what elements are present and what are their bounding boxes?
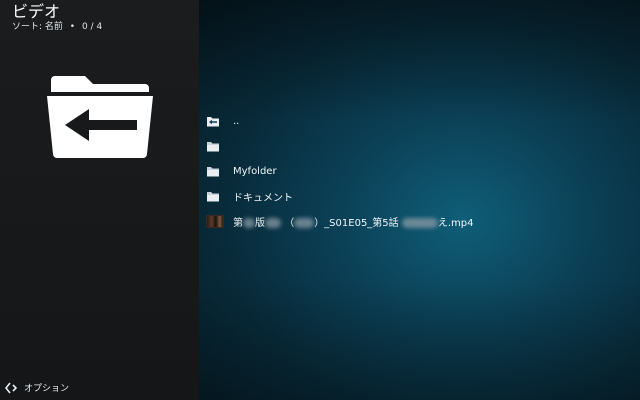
list-item-documents[interactable]: ドキュメント bbox=[206, 184, 626, 209]
sort-info: ソート: 名前 • 0 / 4 bbox=[12, 22, 102, 33]
list-item-parent[interactable]: .. bbox=[206, 109, 626, 134]
list-item-unnamed-folder[interactable] bbox=[206, 134, 626, 159]
list-item-label: .. bbox=[233, 116, 240, 127]
header: ビデオ ソート: 名前 • 0 / 4 bbox=[12, 3, 102, 33]
folder-icon bbox=[206, 190, 224, 204]
page-title: ビデオ bbox=[12, 2, 61, 21]
file-list: .. Myfolder ドキュメント 第 版 （ ）_S01E05_第5話 え.… bbox=[206, 109, 626, 234]
options-button[interactable]: オプション bbox=[5, 381, 69, 394]
list-item-label: 第版 （）_S01E05_第5話 え.mp4 bbox=[233, 218, 474, 229]
parent-folder-icon bbox=[206, 115, 224, 129]
folder-icon bbox=[206, 140, 224, 154]
separator-dot: • bbox=[69, 22, 76, 32]
list-item-label: Myfolder bbox=[233, 166, 277, 177]
options-arrows-icon bbox=[5, 382, 17, 393]
options-label: オプション bbox=[24, 384, 70, 394]
list-item-label: ドキュメント bbox=[233, 193, 293, 204]
folder-icon bbox=[206, 165, 224, 179]
folder-back-icon bbox=[47, 76, 153, 158]
sort-label: ソート: 名前 bbox=[12, 22, 63, 32]
video-thumbnail bbox=[206, 215, 224, 229]
item-count: 0 / 4 bbox=[81, 22, 103, 32]
list-item-myfolder[interactable]: Myfolder bbox=[206, 159, 626, 184]
list-item-video-file[interactable]: 第版 （）_S01E05_第5話 え.mp4 bbox=[206, 209, 626, 234]
video-browser-screen: ビデオ ソート: 名前 • 0 / 4 .. Myfolder ドキュメント 第… bbox=[0, 0, 640, 400]
left-panel bbox=[0, 0, 199, 400]
